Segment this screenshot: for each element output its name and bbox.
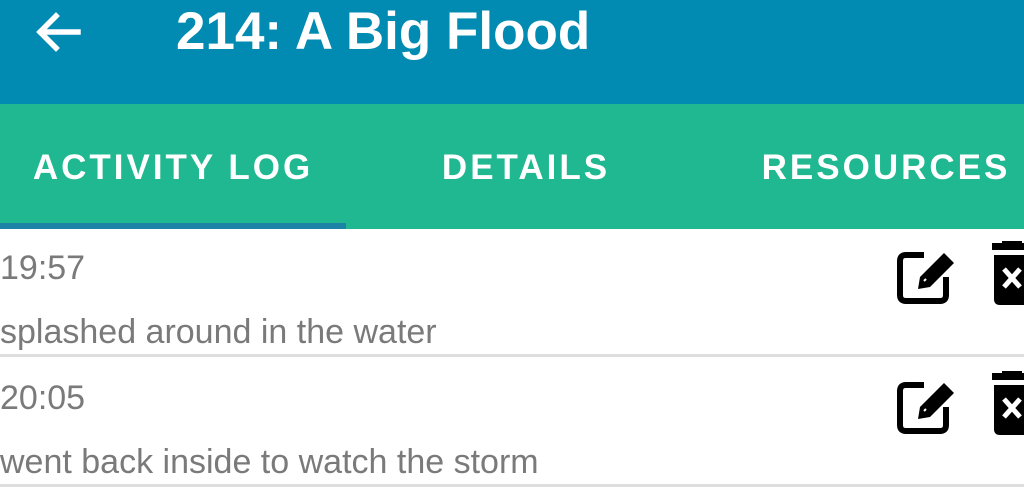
tab-details[interactable]: DETAILS <box>346 104 706 229</box>
arrow-left-icon[interactable] <box>28 6 88 58</box>
edit-icon[interactable] <box>894 243 960 307</box>
edit-icon[interactable] <box>894 373 960 437</box>
app-bar: 214: A Big Flood <box>0 0 1024 104</box>
trash-icon[interactable] <box>988 241 1024 307</box>
list-item: 20:05 went back inside to watch the stor… <box>0 359 1024 487</box>
trash-icon[interactable] <box>988 371 1024 437</box>
list-item: 19:57 splashed around in the water <box>0 229 1024 357</box>
tab-bar: ACTIVITY LOG DETAILS RESOURCES <box>0 104 1024 229</box>
entry-text: went back inside to watch the storm <box>0 443 539 481</box>
divider <box>0 354 1024 357</box>
entry-text: splashed around in the water <box>0 313 437 351</box>
tab-activity-log[interactable]: ACTIVITY LOG <box>0 104 346 229</box>
tab-resources[interactable]: RESOURCES <box>706 104 1024 229</box>
entry-time: 20:05 <box>0 379 86 417</box>
entry-time: 19:57 <box>0 249 86 287</box>
divider <box>0 484 1024 487</box>
page-title: 214: A Big Flood <box>176 2 591 61</box>
